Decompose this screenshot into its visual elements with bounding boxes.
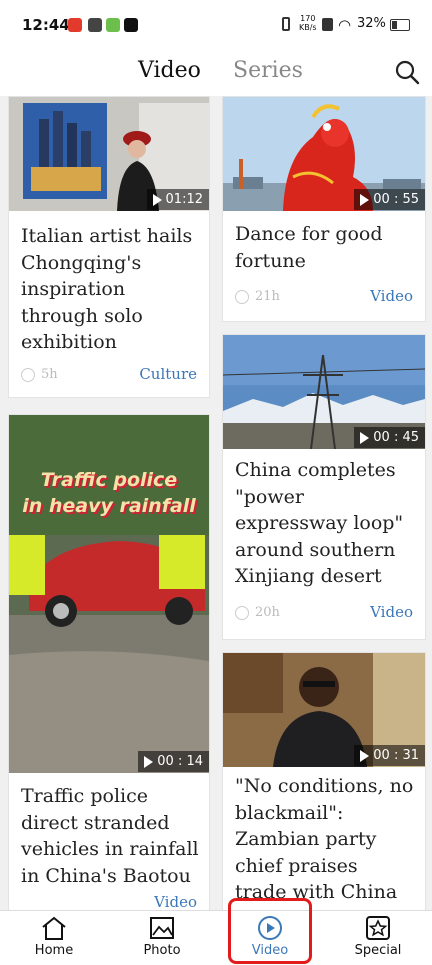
highlight-box <box>228 898 312 964</box>
duration-badge: 00 : 55 <box>354 189 425 210</box>
nav-home[interactable]: Home <box>0 911 108 965</box>
battery-percent: 32% <box>357 16 386 31</box>
overlay-line: in heavy rainfall <box>22 495 196 517</box>
photo-icon <box>150 917 174 939</box>
time-ago: 5h <box>41 367 58 382</box>
overlay-line: Traffic police <box>40 469 178 491</box>
video-card[interactable]: Traffic police in heavy rainfall 00 : 14… <box>8 414 210 910</box>
category-link[interactable]: Video <box>370 603 413 621</box>
video-card[interactable]: 01:12 Italian artist hails Chongqing's i… <box>8 96 210 398</box>
duration-text: 00 : 14 <box>157 754 203 769</box>
nav-label: Home <box>34 943 74 958</box>
time-ago: 20h <box>255 605 280 620</box>
video-card[interactable]: 00 : 55 Dance for good fortune 21h Video <box>222 96 426 322</box>
duration-text: 00 : 55 <box>373 192 419 207</box>
tiktok-icon <box>124 18 138 32</box>
tab-series[interactable]: Series <box>233 58 303 83</box>
duration-text: 01:12 <box>165 192 203 207</box>
video-overlay-caption: Traffic police in heavy rainfall <box>9 467 209 519</box>
notification-app-icon <box>68 18 82 32</box>
video-feed[interactable]: 01:12 Italian artist hails Chongqing's i… <box>0 96 432 910</box>
video-title[interactable]: Italian artist hails Chongqing's inspira… <box>21 223 199 356</box>
mail-icon <box>88 18 102 32</box>
tab-video[interactable]: Video <box>138 58 201 83</box>
play-icon <box>360 749 370 762</box>
video-title[interactable]: "No conditions, no blackmail": Zambian p… <box>235 773 415 906</box>
home-icon <box>42 916 66 940</box>
clock-icon <box>21 368 35 382</box>
top-tab-bar: Video Series <box>0 52 432 96</box>
play-icon <box>360 193 370 206</box>
nav-photo[interactable]: Photo <box>108 911 216 965</box>
play-icon <box>360 431 370 444</box>
duration-badge: 00 : 45 <box>354 427 425 448</box>
category-link[interactable]: Video <box>154 893 197 910</box>
sim-icon <box>322 18 333 31</box>
net-speed-unit: KB/s <box>299 23 317 32</box>
status-bar: 12:44 170 KB/s ◠ 32% <box>0 0 432 52</box>
category-link[interactable]: Video <box>370 287 413 305</box>
star-icon <box>366 916 390 940</box>
bottom-nav: Home Photo Video Special <box>0 910 432 965</box>
card-meta: 20h Video <box>235 603 413 625</box>
nav-label: Photo <box>143 943 181 958</box>
notification-app-icon <box>106 18 120 32</box>
wifi-icon: ◠ <box>338 16 352 34</box>
card-meta: 5h Culture <box>21 365 197 387</box>
net-speed-value: 170 <box>300 14 316 23</box>
play-icon <box>152 193 162 206</box>
video-card[interactable]: 00 : 45 China completes "power expresswa… <box>222 334 426 640</box>
clock-icon <box>235 606 249 620</box>
status-time: 12:44 <box>22 16 70 34</box>
duration-text: 00 : 31 <box>373 748 419 763</box>
video-title[interactable]: Traffic police direct stranded vehicles … <box>21 783 199 889</box>
net-speed: 170 KB/s <box>299 14 317 32</box>
category-link[interactable]: Culture <box>139 365 197 383</box>
card-meta: 21h Video <box>235 287 413 309</box>
duration-badge: 00 : 14 <box>138 751 209 772</box>
battery-icon <box>390 19 410 31</box>
video-title[interactable]: China completes "power expressway loop" … <box>235 457 415 590</box>
card-meta: Video <box>21 893 197 910</box>
nav-special[interactable]: Special <box>324 911 432 965</box>
vibrate-icon <box>282 17 290 31</box>
play-icon <box>144 755 154 768</box>
duration-badge: 00 : 31 <box>354 745 425 766</box>
video-title[interactable]: Dance for good fortune <box>235 221 415 274</box>
duration-text: 00 : 45 <box>373 430 419 445</box>
clock-icon <box>235 290 249 304</box>
nav-label: Special <box>354 943 402 958</box>
search-icon[interactable] <box>394 59 420 85</box>
time-ago: 21h <box>255 289 280 304</box>
duration-badge: 01:12 <box>146 189 209 210</box>
video-card[interactable]: 00 : 31 "No conditions, no blackmail": Z… <box>222 652 426 910</box>
